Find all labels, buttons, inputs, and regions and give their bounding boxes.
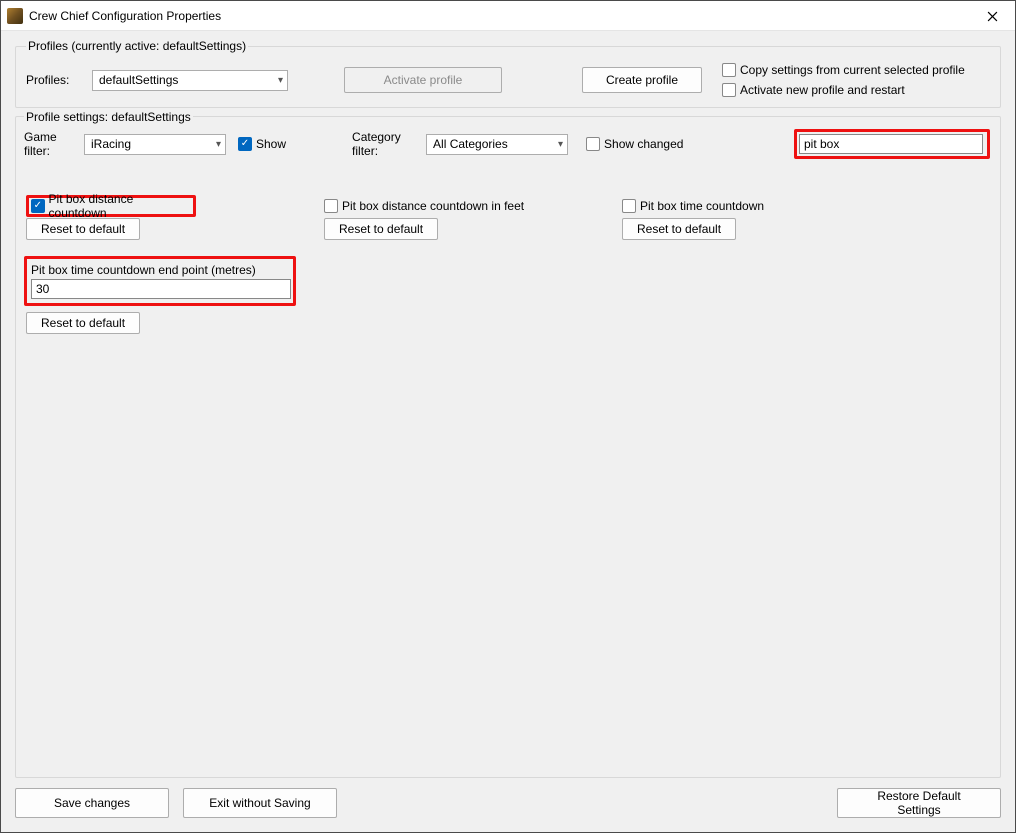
pit-box-time-countdown-checkbox[interactable]: Pit box time countdown	[622, 199, 764, 213]
close-button[interactable]	[969, 1, 1015, 31]
pit-box-distance-countdown-checkbox[interactable]: ✓ Pit box distance countdown	[31, 192, 189, 220]
game-filter-select[interactable]: iRacing ▾	[84, 134, 226, 155]
setting-pit-box-time-countdown: Pit box time countdown Reset to default	[620, 195, 918, 256]
profiles-select-value: defaultSettings	[99, 73, 178, 87]
save-changes-button[interactable]: Save changes	[15, 788, 169, 818]
pit-box-distance-countdown-feet-checkbox[interactable]: Pit box distance countdown in feet	[324, 199, 524, 213]
setting-label: Pit box distance countdown in feet	[342, 199, 524, 213]
setting-label: Pit box time countdown	[640, 199, 764, 213]
show-changed-label: Show changed	[604, 137, 683, 151]
search-input[interactable]	[799, 134, 983, 154]
reset-button[interactable]: Reset to default	[324, 218, 438, 240]
game-filter-value: iRacing	[91, 137, 131, 151]
settings-legend: Profile settings: defaultSettings	[24, 110, 193, 124]
show-label: Show	[256, 137, 286, 151]
copy-settings-checkbox[interactable]: Copy settings from current selected prof…	[722, 63, 965, 77]
filters-row: Game filter: iRacing ▾ ✓ Show Category f…	[24, 131, 992, 157]
profiles-group: Profiles (currently active: defaultSetti…	[15, 39, 1001, 108]
app-icon	[7, 8, 23, 24]
copy-settings-label: Copy settings from current selected prof…	[740, 63, 965, 77]
checkbox-box	[722, 63, 736, 77]
setting-pit-box-distance-countdown: ✓ Pit box distance countdown Reset to de…	[24, 195, 322, 256]
checkbox-box	[722, 83, 736, 97]
setting-pit-box-distance-countdown-feet: Pit box distance countdown in feet Reset…	[322, 195, 620, 256]
window-title: Crew Chief Configuration Properties	[29, 9, 221, 23]
category-filter-label: Category filter:	[352, 130, 426, 158]
checkbox-box	[586, 137, 600, 151]
reset-button[interactable]: Reset to default	[26, 312, 140, 334]
chevron-down-icon: ▾	[278, 75, 283, 86]
titlebar: Crew Chief Configuration Properties	[1, 1, 1015, 31]
profiles-label: Profiles:	[26, 73, 74, 87]
chevron-down-icon: ▾	[216, 139, 221, 150]
chevron-down-icon: ▾	[558, 139, 563, 150]
settings-group: Profile settings: defaultSettings Game f…	[15, 116, 1001, 778]
category-filter-select[interactable]: All Categories ▾	[426, 134, 568, 155]
content-area: Profiles (currently active: defaultSetti…	[1, 31, 1015, 832]
close-icon	[987, 11, 998, 22]
checkbox-box: ✓	[238, 137, 252, 151]
exit-without-saving-button[interactable]: Exit without Saving	[183, 788, 337, 818]
activate-restart-label: Activate new profile and restart	[740, 83, 905, 97]
checkbox-box	[324, 199, 338, 213]
reset-button[interactable]: Reset to default	[622, 218, 736, 240]
create-profile-button[interactable]: Create profile	[582, 67, 702, 93]
activate-profile-button[interactable]: Activate profile	[344, 67, 502, 93]
setting-label: Pit box time countdown end point (metres…	[31, 263, 289, 277]
profiles-select[interactable]: defaultSettings ▾	[92, 70, 288, 91]
setting-pit-box-time-countdown-end-point: Pit box time countdown end point (metres…	[24, 256, 322, 350]
reset-button[interactable]: Reset to default	[26, 218, 140, 240]
game-filter-label: Game filter:	[24, 130, 84, 158]
profiles-legend: Profiles (currently active: defaultSetti…	[26, 39, 248, 53]
checkbox-box	[622, 199, 636, 213]
activate-restart-checkbox[interactable]: Activate new profile and restart	[722, 83, 965, 97]
settings-grid: ✓ Pit box distance countdown Reset to de…	[24, 195, 992, 350]
checkbox-box: ✓	[31, 199, 45, 213]
setting-label: Pit box distance countdown	[49, 192, 189, 220]
footer-bar: Save changes Exit without Saving Restore…	[15, 778, 1001, 818]
show-changed-checkbox[interactable]: Show changed	[586, 137, 683, 151]
show-checkbox[interactable]: ✓ Show	[238, 137, 286, 151]
pit-box-endpoint-input[interactable]	[31, 279, 291, 299]
category-filter-value: All Categories	[433, 137, 508, 151]
restore-defaults-button[interactable]: Restore Default Settings	[837, 788, 1001, 818]
